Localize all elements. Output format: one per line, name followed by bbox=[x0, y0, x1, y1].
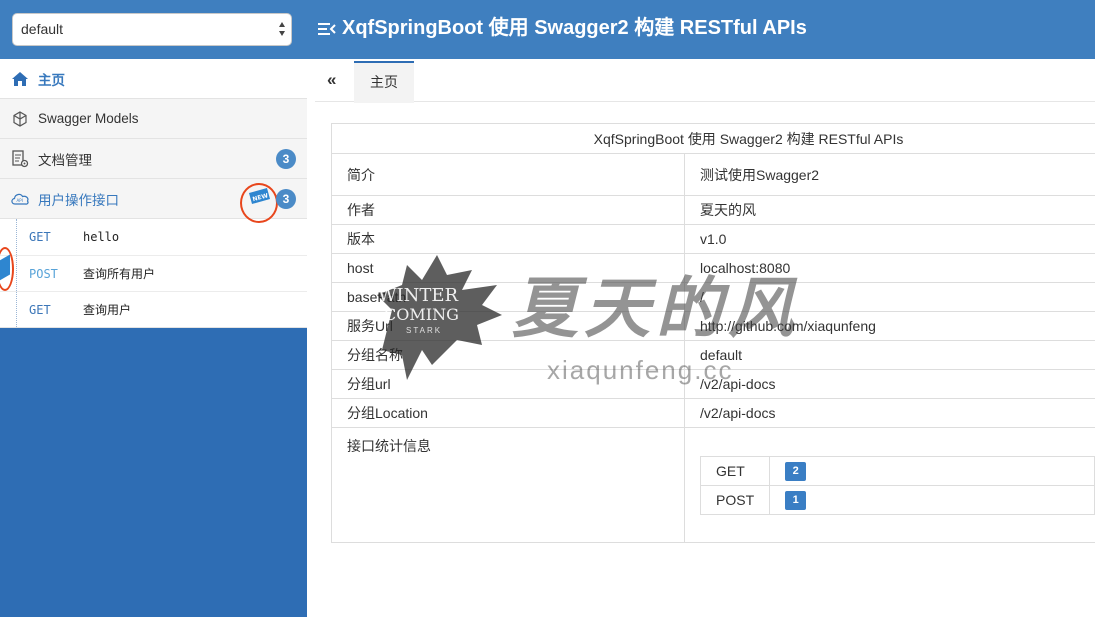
table-title-row: XqfSpringBoot 使用 Swagger2 构建 RESTful API… bbox=[331, 123, 1095, 154]
top-header: default XqfSpringBoot 使用 Swagger2 构建 RES… bbox=[0, 0, 1095, 59]
row-label: host bbox=[331, 253, 685, 283]
new-tag-icon: NEW bbox=[249, 188, 270, 204]
row-label: 分组名称 bbox=[331, 340, 685, 370]
sidebar-item-label: 主页 bbox=[38, 72, 65, 88]
select-arrows-icon bbox=[279, 22, 285, 36]
sidebar-item-swagger-models[interactable]: Swagger Models bbox=[0, 99, 307, 139]
row-label: basePath bbox=[331, 282, 685, 312]
sidebar-item-label: Swagger Models bbox=[38, 111, 139, 126]
operation-item-query-user[interactable]: GET 查询用户 bbox=[0, 291, 307, 327]
tree-guide bbox=[16, 292, 17, 327]
row-value: localhost:8080 bbox=[684, 253, 1095, 283]
operation-item-query-all-users[interactable]: POST 查询所有用户 bbox=[0, 255, 307, 291]
stats-count-cell: 2 bbox=[769, 456, 1095, 486]
table-row: 版本 v1.0 bbox=[331, 224, 1095, 254]
operation-list: GET hello POST 查询所有用户 GET 查询用户 bbox=[0, 219, 307, 328]
row-value: v1.0 bbox=[684, 224, 1095, 254]
row-value: /v2/api-docs bbox=[684, 398, 1095, 428]
row-label: 版本 bbox=[331, 224, 685, 254]
method-stats-table: GET 2 POST 1 bbox=[699, 456, 1095, 515]
row-value: 测试使用Swagger2 bbox=[684, 153, 1095, 196]
row-label: 简介 bbox=[331, 153, 685, 196]
http-method: GET bbox=[29, 302, 51, 317]
tree-guide bbox=[16, 256, 17, 291]
tab-home[interactable]: 主页 bbox=[354, 61, 414, 103]
group-select-value: default bbox=[21, 21, 64, 37]
app-title-text: XqfSpringBoot 使用 Swagger2 构建 RESTful API… bbox=[342, 17, 807, 39]
count-badge: 3 bbox=[276, 189, 296, 209]
table-row: 分组Location /v2/api-docs bbox=[331, 398, 1095, 428]
http-method: POST bbox=[29, 266, 58, 281]
row-value: 夏天的风 bbox=[684, 195, 1095, 225]
row-label: 接口统计信息 bbox=[331, 427, 685, 543]
sidebar-item-home[interactable]: 主页 bbox=[0, 59, 307, 99]
stats-method: POST bbox=[699, 485, 771, 515]
table-row: 分组url /v2/api-docs bbox=[331, 369, 1095, 399]
sidebar: 主页 Swagger Models 文档管理 3 API 用户操作接口 NEW bbox=[0, 59, 307, 617]
tree-guide bbox=[16, 219, 17, 255]
operation-summary: 查询用户 bbox=[83, 303, 132, 317]
row-value: default bbox=[684, 340, 1095, 370]
stats-row: GET 2 bbox=[699, 456, 1095, 486]
table-row: 分组名称 default bbox=[331, 340, 1095, 370]
table-row: 简介 测试使用Swagger2 bbox=[331, 153, 1095, 196]
stats-row: POST 1 bbox=[699, 485, 1095, 515]
api-cloud-icon: API bbox=[10, 189, 30, 209]
tab-bar: « 主页 bbox=[315, 59, 1095, 103]
document-settings-icon bbox=[10, 149, 30, 169]
stats-count-cell: 1 bbox=[769, 485, 1095, 515]
table-row: host localhost:8080 bbox=[331, 253, 1095, 283]
count-badge: 1 bbox=[785, 491, 807, 510]
collapse-tabs-icon[interactable]: « bbox=[327, 70, 336, 90]
app-title: XqfSpringBoot 使用 Swagger2 构建 RESTful API… bbox=[318, 0, 807, 59]
row-label: 分组Location bbox=[331, 398, 685, 428]
row-label: 服务Url bbox=[331, 311, 685, 341]
stats-cell: GET 2 POST 1 bbox=[684, 427, 1095, 543]
stats-method: GET bbox=[699, 456, 771, 486]
table-row-stats: 接口统计信息 GET 2 POST 1 bbox=[331, 427, 1095, 543]
group-select[interactable]: default bbox=[12, 13, 292, 46]
menu-toggle-icon[interactable] bbox=[318, 21, 336, 37]
table-row: basePath / bbox=[331, 282, 1095, 312]
row-value: /v2/api-docs bbox=[684, 369, 1095, 399]
sidebar-item-document-management[interactable]: 文档管理 3 bbox=[0, 139, 307, 179]
sidebar-item-label: 用户操作接口 bbox=[38, 192, 119, 208]
table-title: XqfSpringBoot 使用 Swagger2 构建 RESTful API… bbox=[331, 123, 1095, 154]
table-row: 服务Url http://github.com/xiaqunfeng bbox=[331, 311, 1095, 341]
svg-text:API: API bbox=[17, 198, 23, 203]
home-icon bbox=[10, 69, 30, 89]
row-label: 分组url bbox=[331, 369, 685, 399]
sidebar-menu: 主页 Swagger Models 文档管理 3 API 用户操作接口 NEW bbox=[0, 59, 307, 223]
http-method: GET bbox=[29, 230, 51, 244]
row-value: http://github.com/xiaqunfeng bbox=[684, 311, 1095, 341]
count-badge: 2 bbox=[785, 462, 807, 481]
row-label: 作者 bbox=[331, 195, 685, 225]
operation-summary: hello bbox=[83, 230, 120, 244]
sidebar-item-user-api[interactable]: API 用户操作接口 NEW 3 bbox=[0, 179, 307, 223]
row-value: / bbox=[684, 282, 1095, 312]
cube-icon bbox=[10, 109, 30, 129]
sidebar-item-label: 文档管理 bbox=[38, 152, 92, 168]
count-badge: 3 bbox=[276, 149, 296, 169]
table-row: 作者 夏天的风 bbox=[331, 195, 1095, 225]
operation-item-hello[interactable]: GET hello bbox=[0, 219, 307, 255]
api-info-table: XqfSpringBoot 使用 Swagger2 构建 RESTful API… bbox=[331, 123, 1095, 543]
operation-summary: 查询所有用户 bbox=[83, 267, 156, 281]
